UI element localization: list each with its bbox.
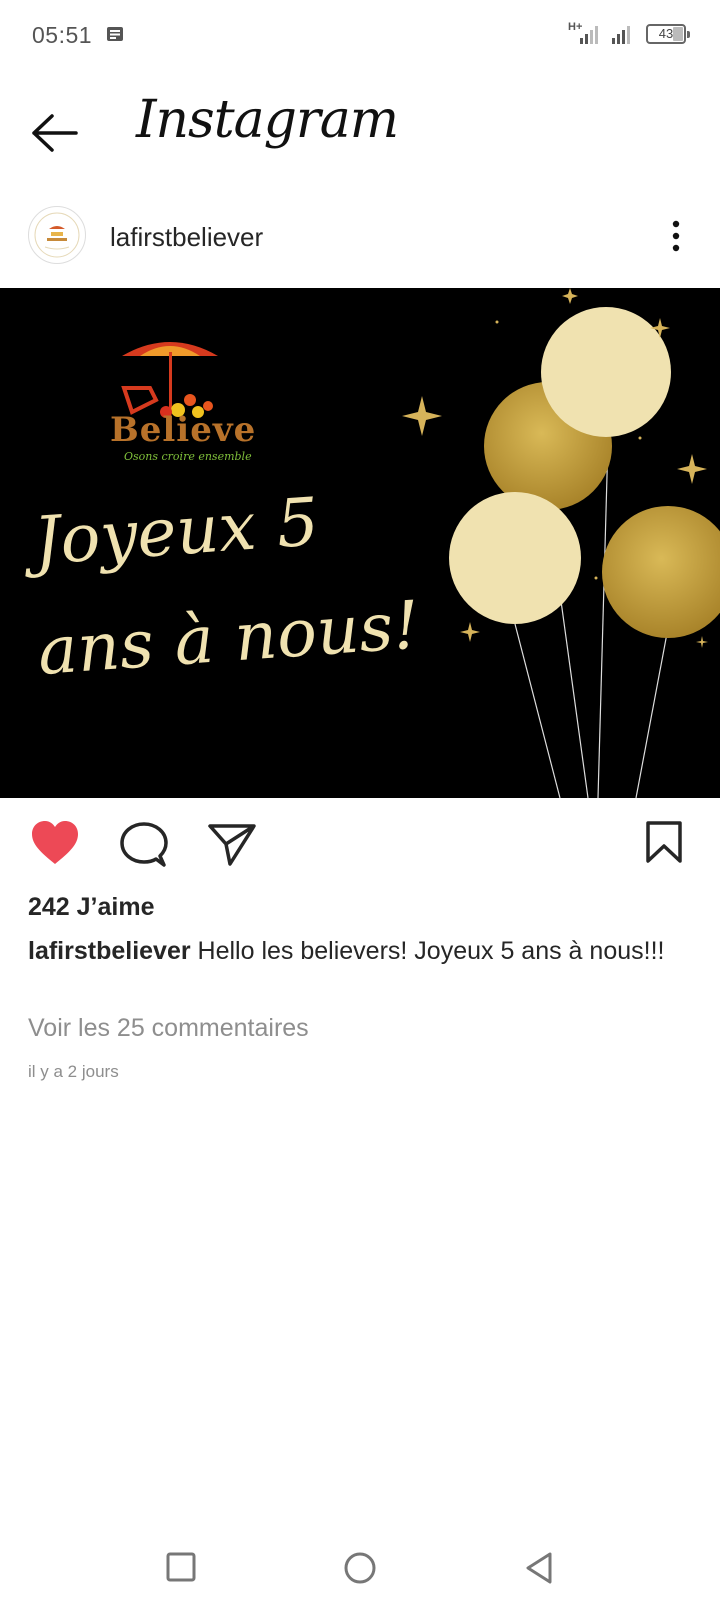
circle-home-icon [344, 1552, 376, 1584]
post-header: lafirstbeliever [0, 202, 720, 284]
avatar[interactable] [28, 206, 86, 264]
save-button[interactable] [644, 820, 684, 869]
post-username[interactable]: lafirstbeliever [110, 222, 263, 253]
battery-icon: 43 [646, 24, 690, 44]
status-time: 05:51 [32, 22, 93, 48]
signal-icon [612, 24, 634, 51]
battery-level: 43 [658, 26, 674, 41]
caption-text: Hello les believers! Joyeux 5 ans à nous… [190, 937, 665, 965]
post-timestamp: il y a 2 jours [28, 1062, 119, 1081]
share-button[interactable] [208, 822, 256, 873]
message-notification-icon [106, 26, 124, 47]
recents-button[interactable] [164, 1550, 198, 1589]
square-recents-icon [166, 1552, 196, 1582]
caption-username[interactable]: lafirstbeliever [28, 937, 191, 965]
comment-icon [120, 822, 168, 867]
status-bar: 05:51 H+ 43 [0, 0, 720, 72]
more-options-button[interactable] [662, 216, 690, 256]
signal-icon [580, 24, 602, 51]
more-vertical-icon [672, 220, 680, 252]
post-image[interactable]: Believe Osons croire ensemble Joyeux 5 a… [0, 288, 720, 798]
app-header: Instagram [0, 82, 720, 182]
likes-count[interactable]: 242 J’aime [28, 893, 155, 922]
triangle-back-icon [526, 1552, 552, 1584]
balloon-cream-2 [449, 492, 581, 624]
system-nav-bar [0, 1540, 720, 1612]
arrow-left-icon [32, 114, 78, 152]
view-comments-link[interactable]: Voir les 25 commentaires [28, 1014, 309, 1043]
comment-button[interactable] [120, 822, 168, 873]
like-button[interactable] [30, 820, 80, 871]
heart-filled-icon [32, 821, 78, 864]
app-title: Instagram [136, 90, 399, 150]
home-button[interactable] [342, 1550, 378, 1591]
post-action-bar [0, 800, 720, 890]
balloon-cream-1 [541, 307, 671, 437]
logo-tagline: Osons croire ensemble [124, 450, 252, 463]
avatar-logo-icon [34, 212, 80, 258]
back-button[interactable] [26, 110, 86, 156]
system-back-button[interactable] [522, 1550, 556, 1591]
post-caption: lafirstbeliever Hello les believers! Joy… [28, 932, 688, 970]
bookmark-icon [646, 821, 682, 863]
logo-text: Believe [110, 410, 257, 450]
paper-plane-icon [208, 824, 256, 866]
